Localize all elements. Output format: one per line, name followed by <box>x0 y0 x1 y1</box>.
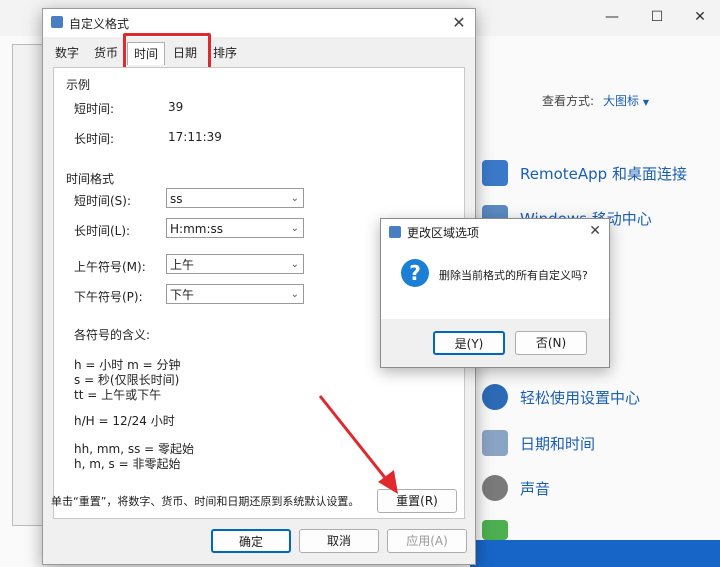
combo-value: H:mm:ss <box>170 222 223 236</box>
chevron-down-icon: ⌄ <box>290 223 299 234</box>
long-time-format-combo[interactable]: H:mm:ss ⌄ <box>166 218 304 238</box>
maximize-icon[interactable]: ☐ <box>645 6 669 28</box>
combo-value: 下午 <box>170 288 195 302</box>
cp-item-sound[interactable]: 声音 <box>482 473 550 503</box>
taskbar-strip <box>470 540 720 567</box>
cp-item-date-time[interactable]: 日期和时间 <box>482 428 595 458</box>
chevron-down-icon: ⌄ <box>290 193 299 204</box>
legend-line: h/H = 12/24 小时 <box>74 414 175 428</box>
dialog-titlebar: 自定义格式 <box>43 9 475 37</box>
pm-symbol-label: 下午符号(P): <box>74 290 143 304</box>
cancel-button[interactable]: 取消 <box>299 529 379 553</box>
combo-value: 上午 <box>170 258 195 272</box>
settings-icon <box>51 16 63 28</box>
change-region-options-messagebox: 更改区域选项 ✕ ? 删除当前格式的所有自定义吗? 是(Y) 否(N) <box>380 218 610 368</box>
time-format-group-label: 时间格式 <box>66 172 115 186</box>
cp-item-label: 轻松使用设置中心 <box>520 388 641 407</box>
cp-item-label: 声音 <box>520 479 551 498</box>
region-icon <box>389 226 401 238</box>
sample-short-time-value: 39 <box>168 100 184 114</box>
sound-icon <box>482 475 508 501</box>
sample-group-label: 示例 <box>66 78 91 92</box>
close-icon[interactable]: ✕ <box>688 6 712 28</box>
am-symbol-combo[interactable]: 上午 ⌄ <box>166 254 304 274</box>
tab-currency[interactable]: 货币 <box>88 42 124 64</box>
view-by-value: 大图标 <box>603 94 640 108</box>
view-by-dropdown[interactable]: 大图标 ▼ <box>603 92 649 109</box>
view-by-label: 查看方式: <box>542 94 595 108</box>
no-button[interactable]: 否(N) <box>515 331 587 355</box>
chevron-down-icon: ▼ <box>642 98 649 107</box>
chevron-down-icon: ⌄ <box>290 289 299 300</box>
dialog-title: 自定义格式 <box>69 17 130 31</box>
sample-short-time-label: 短时间: <box>74 102 115 116</box>
ease-of-access-icon <box>482 384 508 410</box>
question-icon: ? <box>401 259 429 287</box>
cp-item-ease-of-access[interactable]: 轻松使用设置中心 <box>482 382 640 412</box>
ok-button[interactable]: 确定 <box>211 529 291 553</box>
legend-line: tt = 上午或下午 <box>74 388 162 402</box>
combo-value: ss <box>170 192 183 206</box>
remote-desktop-icon <box>482 160 508 186</box>
chevron-down-icon: ⌄ <box>290 259 299 270</box>
close-icon[interactable]: ✕ <box>589 223 601 239</box>
sample-long-time-value: 17:11:39 <box>168 130 222 144</box>
minimize-icon[interactable]: — <box>600 6 624 28</box>
partial-item-icon <box>482 520 508 540</box>
close-icon[interactable]: ✕ <box>447 11 471 35</box>
date-time-icon <box>482 430 508 456</box>
short-time-format-label: 短时间(S): <box>74 194 132 208</box>
messagebox-body: ? 删除当前格式的所有自定义吗? <box>381 245 609 319</box>
cp-item-remoteapp[interactable]: RemoteApp 和桌面连接 <box>482 158 687 188</box>
apply-button[interactable]: 应用(A) <box>387 529 467 553</box>
tab-sort[interactable]: 排序 <box>207 42 243 64</box>
arrow-line <box>318 395 392 485</box>
annotation-arrow <box>318 395 398 494</box>
yes-button[interactable]: 是(Y) <box>433 331 505 355</box>
legend-line: h, m, s = 非零起始 <box>74 457 181 471</box>
messagebox-title: 更改区域选项 <box>407 226 480 240</box>
messagebox-titlebar: 更改区域选项 ✕ <box>381 219 609 245</box>
short-time-format-combo[interactable]: ss ⌄ <box>166 188 304 208</box>
long-time-format-label: 长时间(L): <box>74 224 131 238</box>
tab-number[interactable]: 数字 <box>49 42 85 64</box>
messagebox-text: 删除当前格式的所有自定义吗? <box>439 269 588 282</box>
legend-heading: 各符号的含义: <box>74 328 151 342</box>
pm-symbol-combo[interactable]: 下午 ⌄ <box>166 284 304 304</box>
cp-item-label: 日期和时间 <box>520 434 596 453</box>
am-symbol-label: 上午符号(M): <box>74 260 146 274</box>
cp-item-label: RemoteApp 和桌面连接 <box>520 164 687 183</box>
sample-long-time-label: 长时间: <box>74 132 115 146</box>
